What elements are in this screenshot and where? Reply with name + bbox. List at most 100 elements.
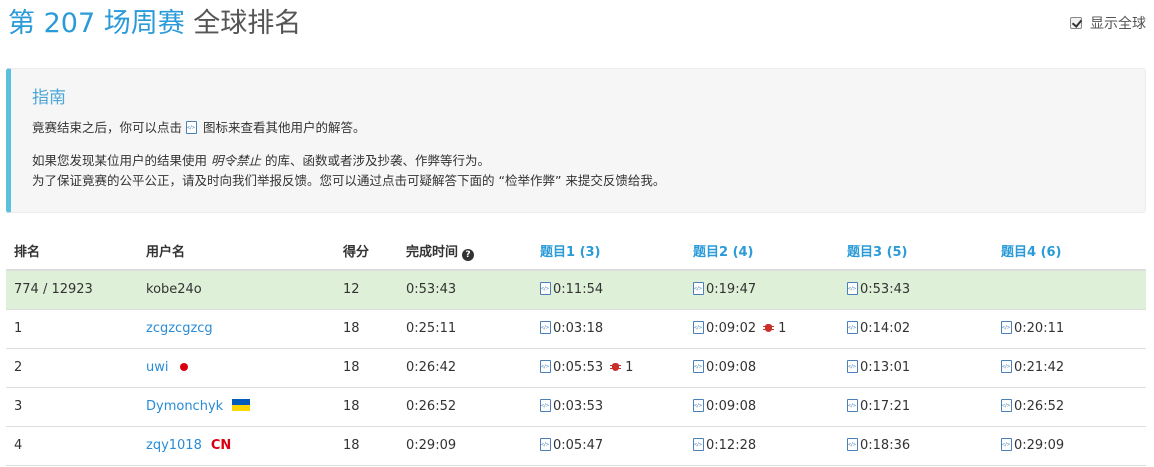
- q4-time: 0:20:11: [1014, 321, 1065, 336]
- score-cell: 18: [335, 426, 398, 466]
- q1-cell[interactable]: 0:03:18: [532, 309, 685, 349]
- q3-cell[interactable]: 0:13:01: [839, 348, 993, 388]
- q3-time: 0:53:43: [860, 282, 911, 298]
- q3-cell[interactable]: 0:17:21: [839, 387, 993, 427]
- header-q3[interactable]: 题目3 (5): [839, 232, 993, 271]
- q1-cell[interactable]: 0:03:53: [532, 387, 685, 427]
- code-file-icon[interactable]: [1001, 438, 1012, 451]
- code-file-icon[interactable]: [693, 321, 704, 334]
- code-file-icon[interactable]: [1001, 360, 1012, 373]
- header-finish-time: 完成时间?: [398, 232, 532, 271]
- question-circle-icon[interactable]: ?: [462, 248, 475, 261]
- show-global-toggle[interactable]: 显示全球: [1070, 13, 1146, 33]
- q3-cell[interactable]: 0:14:02: [839, 309, 993, 349]
- code-file-icon[interactable]: [540, 399, 551, 412]
- username-cell: zcgzcgzcg: [138, 309, 335, 349]
- guide-line-2: 如果您发现某位用户的结果使用 明令禁止 的库、函数或者涉及抄袭、作弊等行为。: [32, 151, 1145, 171]
- contest-name: 第 207 场周赛: [8, 8, 185, 39]
- code-file-icon[interactable]: [1001, 321, 1012, 334]
- header-score: 得分: [335, 232, 398, 271]
- score-cell: 18: [335, 309, 398, 349]
- q2-cell[interactable]: 0:19:47: [685, 270, 839, 310]
- finish-time-cell: 0:26:42: [398, 348, 532, 388]
- guide-heading: 指南: [32, 88, 66, 108]
- q1-time: 0:03:18: [553, 321, 604, 336]
- guide-forbidden-text: 明令禁止: [211, 153, 262, 168]
- q4-time: 0:26:52: [1014, 399, 1065, 414]
- q2-cell[interactable]: 0:09:08: [685, 348, 839, 388]
- q2-time: 0:19:47: [706, 282, 757, 298]
- q4-time: 0:21:42: [1014, 360, 1065, 375]
- q3-cell[interactable]: 0:18:36: [839, 426, 993, 466]
- q4-cell[interactable]: 0:20:11: [993, 309, 1146, 349]
- header-username: 用户名: [138, 232, 335, 271]
- q4-cell[interactable]: 0:21:42: [993, 348, 1146, 388]
- username-cell: uwi: [138, 348, 335, 388]
- q2-time: 0:09:08: [706, 399, 757, 414]
- my-rank-row: 774 / 12923 kobe24o 12 0:53:43 0:11:54 0…: [6, 270, 1146, 310]
- username-cell: zqy1018 CN: [138, 426, 335, 466]
- status-dot-icon: [180, 363, 189, 371]
- q3-cell[interactable]: 0:53:43: [839, 270, 993, 310]
- q1-cell[interactable]: 0:05:53 1: [532, 348, 685, 388]
- code-file-icon[interactable]: [693, 360, 704, 373]
- code-file-icon[interactable]: [847, 321, 858, 334]
- username-link[interactable]: Dymonchyk: [146, 399, 223, 414]
- q3-time: 0:14:02: [860, 321, 911, 336]
- code-file-icon[interactable]: [693, 282, 704, 296]
- username-link[interactable]: zcgzcgzcg: [146, 321, 213, 336]
- code-file-icon[interactable]: [693, 438, 704, 451]
- table-row: 4 zqy1018 CN 18 0:29:09 0:05:47 0:12:28 0…: [6, 426, 1146, 466]
- q2-cell[interactable]: 0:09:02 1: [685, 309, 839, 349]
- q1-cell[interactable]: 0:11:54: [532, 270, 685, 310]
- username-link[interactable]: zqy1018: [146, 438, 202, 453]
- header-rank: 排名: [6, 232, 138, 271]
- q4-cell: [993, 270, 1146, 310]
- show-global-label: 显示全球: [1090, 16, 1146, 32]
- username-cell: kobe24o: [138, 270, 335, 310]
- header-q1[interactable]: 题目1 (3): [532, 232, 685, 271]
- bug-icon: [610, 361, 622, 372]
- q1-cell[interactable]: 0:05:47: [532, 426, 685, 466]
- q4-cell[interactable]: 0:26:52: [993, 387, 1146, 427]
- q1-time: 0:11:54: [553, 282, 604, 298]
- header-finish-time-label: 完成时间: [406, 244, 459, 260]
- username-link[interactable]: uwi: [146, 360, 168, 375]
- ranking-table: 排名 用户名 得分 完成时间? 题目1 (3) 题目2 (4) 题目3 (5) …: [6, 232, 1146, 466]
- q2-cell[interactable]: 0:12:28: [685, 426, 839, 466]
- code-file-icon[interactable]: [693, 399, 704, 412]
- q2-cell[interactable]: 0:09:08: [685, 387, 839, 427]
- ranking-label: 全球排名: [193, 8, 302, 39]
- q1-time: 0:05:47: [553, 438, 604, 453]
- rank-cell: 4: [6, 426, 138, 466]
- table-row: 2 uwi 18 0:26:42 0:05:53 1 0:09:08 0:13:0…: [6, 348, 1146, 388]
- guide-line-1-after: 图标来查看其他用户的解答。: [202, 120, 366, 135]
- bug-icon: [763, 322, 775, 333]
- code-file-icon[interactable]: [847, 438, 858, 451]
- header-q2[interactable]: 题目2 (4): [685, 232, 839, 271]
- code-file-icon[interactable]: [540, 282, 551, 296]
- q2-time: 0:09:02: [706, 321, 757, 336]
- code-file-icon[interactable]: [847, 399, 858, 412]
- code-file-icon: [186, 121, 197, 134]
- guide-line-1: 竟赛结束之后，你可以点击 图标来查看其他用户的解答。: [32, 118, 1145, 138]
- table-row: 1 zcgzcgzcg 18 0:25:11 0:03:18 0:09:021 …: [6, 309, 1146, 349]
- rank-cell: 1: [6, 309, 138, 349]
- show-global-checkbox[interactable]: [1070, 17, 1082, 29]
- code-file-icon[interactable]: [540, 360, 551, 373]
- code-file-icon[interactable]: [540, 321, 551, 334]
- finish-time-cell: 0:25:11: [398, 309, 532, 349]
- rank-cell: 774 / 12923: [6, 270, 138, 310]
- q1-time: 0:05:53: [553, 360, 604, 375]
- code-file-icon[interactable]: [1001, 399, 1012, 412]
- page-title: 第 207 场周赛 全球排名: [8, 4, 301, 44]
- code-file-icon[interactable]: [540, 438, 551, 451]
- finish-time-cell: 0:29:09: [398, 426, 532, 466]
- code-file-icon[interactable]: [847, 360, 858, 373]
- header-q4[interactable]: 题目4 (6): [993, 232, 1146, 271]
- code-file-icon[interactable]: [847, 282, 858, 296]
- username-cell: Dymonchyk: [138, 387, 335, 427]
- guide-panel: 指南 竟赛结束之后，你可以点击 图标来查看其他用户的解答。 如果您发现某位用户的…: [6, 68, 1146, 213]
- guide-line-3: 为了保证竟赛的公平公正，请及时向我们举报反馈。您可以通过点击可疑解答下面的 “检…: [32, 173, 666, 188]
- q4-cell[interactable]: 0:29:09: [993, 426, 1146, 466]
